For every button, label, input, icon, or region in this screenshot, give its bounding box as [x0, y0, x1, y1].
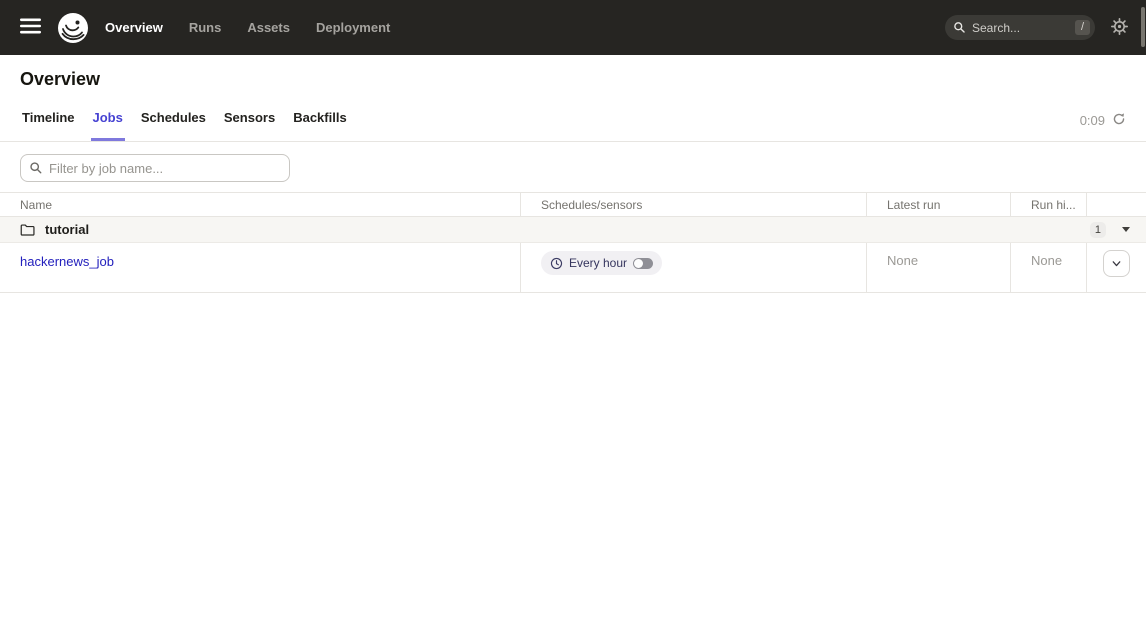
run-history-cell: None: [1010, 243, 1086, 292]
search-input[interactable]: Search... /: [945, 15, 1095, 40]
chevron-down-icon: [1110, 257, 1123, 270]
job-name-cell: hackernews_job: [0, 243, 520, 292]
table-header-row: Name Schedules/sensors Latest run Run hi…: [0, 192, 1146, 217]
top-navbar: Overview Runs Assets Deployment Search..…: [0, 0, 1146, 55]
tab-jobs[interactable]: Jobs: [91, 110, 125, 141]
page-title: Overview: [20, 68, 1126, 90]
refresh-icon: [1112, 112, 1126, 129]
column-header-name: Name: [0, 193, 520, 216]
job-actions-cell: [1086, 243, 1146, 292]
column-header-latest-run: Latest run: [866, 193, 1010, 216]
latest-run-cell: None: [866, 243, 1010, 292]
column-header-run-history: Run hi...: [1010, 193, 1086, 216]
job-schedule-cell: Every hour: [520, 243, 866, 292]
search-placeholder: Search...: [972, 21, 1020, 35]
job-link[interactable]: hackernews_job: [20, 254, 114, 269]
hamburger-icon: [20, 18, 41, 37]
primary-nav: Overview Runs Assets Deployment: [105, 20, 390, 35]
repo-group-row[interactable]: tutorial 1: [0, 217, 1146, 243]
tab-backfills[interactable]: Backfills: [291, 110, 348, 141]
hamburger-menu-button[interactable]: [16, 14, 45, 41]
schedule-toggle[interactable]: [633, 258, 653, 269]
overview-page: Overview Timeline Jobs Schedules Sensors…: [0, 68, 1146, 293]
clock-icon: [550, 257, 563, 270]
repo-group-name: tutorial: [45, 222, 89, 237]
toggle-knob: [634, 259, 643, 268]
table-row: hackernews_job Every hour None None: [0, 243, 1146, 293]
overview-tabbar: Timeline Jobs Schedules Sensors Backfill…: [0, 110, 1146, 142]
tabs: Timeline Jobs Schedules Sensors Backfill…: [20, 110, 349, 141]
navbar-right: Search... /: [945, 15, 1128, 40]
refresh-area: 0:09: [1080, 110, 1126, 129]
job-filter: [20, 154, 290, 182]
group-row-right: 1: [1090, 222, 1130, 238]
settings-button[interactable]: [1111, 18, 1128, 38]
nav-item-deployment[interactable]: Deployment: [316, 20, 390, 35]
folder-icon: [20, 223, 35, 237]
nav-item-runs[interactable]: Runs: [189, 20, 222, 35]
caret-down-icon[interactable]: [1122, 227, 1130, 232]
tab-schedules[interactable]: Schedules: [139, 110, 208, 141]
search-shortcut-key: /: [1075, 20, 1090, 35]
gear-icon: [1111, 18, 1128, 38]
nav-item-assets[interactable]: Assets: [247, 20, 290, 35]
column-header-actions: [1086, 193, 1146, 216]
schedule-label: Every hour: [569, 256, 627, 270]
nav-item-overview[interactable]: Overview: [105, 20, 163, 35]
tab-timeline[interactable]: Timeline: [20, 110, 77, 141]
tab-sensors[interactable]: Sensors: [222, 110, 277, 141]
search-icon: [953, 21, 966, 34]
job-filter-input[interactable]: [20, 154, 290, 182]
column-header-schedules: Schedules/sensors: [520, 193, 866, 216]
refresh-countdown: 0:09: [1080, 113, 1105, 128]
schedule-chip[interactable]: Every hour: [541, 251, 662, 275]
job-menu-button[interactable]: [1103, 250, 1130, 277]
dagster-logo[interactable]: [57, 12, 89, 44]
refresh-button[interactable]: [1112, 112, 1126, 129]
jobs-table: Name Schedules/sensors Latest run Run hi…: [0, 192, 1146, 293]
scrollbar-thumb[interactable]: [1141, 7, 1145, 47]
job-count-badge: 1: [1090, 222, 1106, 238]
